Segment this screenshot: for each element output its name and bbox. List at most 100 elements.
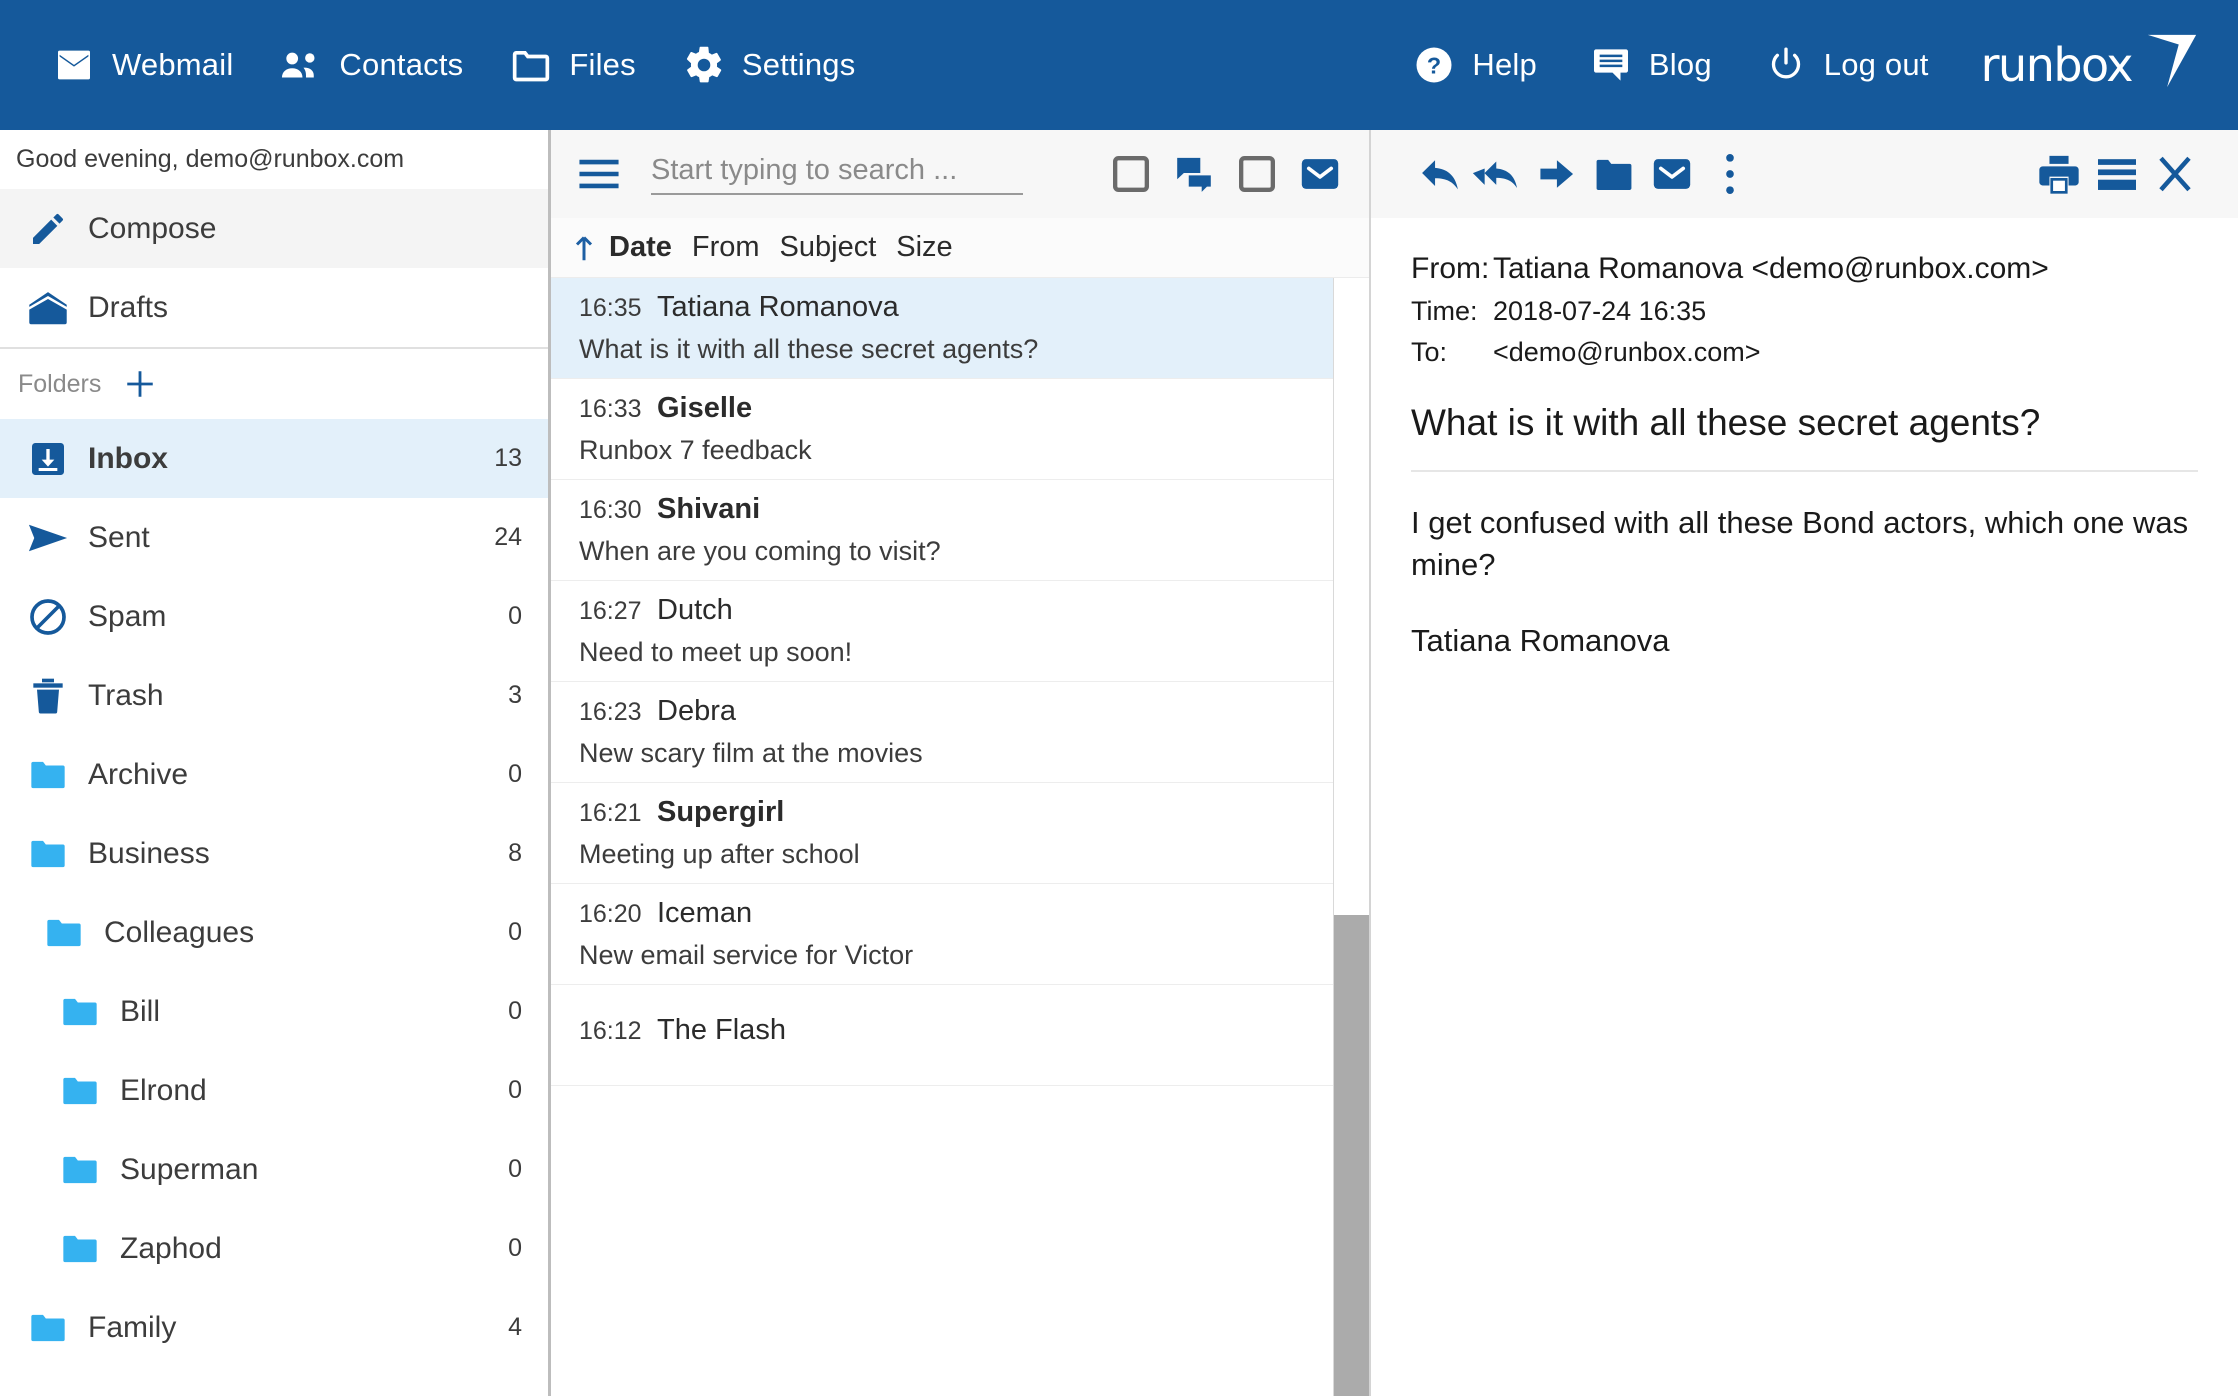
- folder-icon: [36, 917, 92, 949]
- time-label: Time:: [1411, 296, 1478, 326]
- reply-icon[interactable]: [1411, 154, 1469, 194]
- view-mode-icon[interactable]: [2088, 155, 2146, 193]
- message-list-row[interactable]: 16:35 Tatiana Romanova What is it with all…: [551, 278, 1369, 379]
- sidebar-folder-superman[interactable]: Superman 0: [0, 1130, 548, 1209]
- gear-icon: [682, 43, 726, 87]
- nav-webmail[interactable]: Webmail: [52, 43, 233, 87]
- sidebar-folder-family[interactable]: Family 4: [0, 1288, 548, 1367]
- message-list-scrollbar-thumb[interactable]: [1334, 915, 1369, 1396]
- message-sender: Dutch: [657, 594, 733, 626]
- column-header-from[interactable]: From: [692, 231, 760, 264]
- column-header-size[interactable]: Size: [896, 231, 952, 264]
- message-subject-preview: Meeting up after school: [579, 839, 860, 869]
- more-options-icon[interactable]: [1701, 152, 1759, 196]
- sidebar-folder-count: 3: [508, 681, 522, 709]
- help-icon: ?: [1412, 43, 1456, 87]
- unselected-checkbox-icon-2[interactable]: [1237, 154, 1277, 194]
- message-time: 16:21: [579, 799, 642, 827]
- nav-contacts[interactable]: Contacts: [279, 43, 463, 87]
- message-list-row[interactable]: 16:20 Iceman New email service for Victor: [551, 884, 1369, 985]
- sidebar-folder-zaphod[interactable]: Zaphod 0: [0, 1209, 548, 1288]
- nav-help[interactable]: ? Help: [1412, 43, 1537, 87]
- sort-ascending-arrow-icon[interactable]: [573, 234, 595, 262]
- message-time: 16:20: [579, 900, 642, 928]
- trash-icon: [20, 676, 76, 716]
- sidebar-folder-elrond[interactable]: Elrond 0: [0, 1051, 548, 1130]
- sidebar-folder-trash[interactable]: Trash 3: [0, 656, 548, 735]
- conversation-icon[interactable]: [1173, 153, 1215, 195]
- power-icon: [1764, 43, 1808, 87]
- search-input[interactable]: [651, 153, 1023, 187]
- message-body-paragraph-1: I get confused with all these Bond actor…: [1411, 505, 2189, 582]
- message-list-row[interactable]: 16:27 Dutch Need to meet up soon!: [551, 581, 1369, 682]
- sidebar-folder-bill[interactable]: Bill 0: [0, 972, 548, 1051]
- contacts-icon: [279, 43, 323, 87]
- message-list-row[interactable]: 16:30 Shivani When are you coming to visit…: [551, 480, 1369, 581]
- unselected-checkbox-icon[interactable]: [1111, 154, 1151, 194]
- nav-settings[interactable]: Settings: [682, 43, 856, 87]
- from-row: From: Tatiana Romanova <demo@runbox.com>: [1411, 252, 2198, 286]
- print-icon[interactable]: [2030, 153, 2088, 195]
- to-row: To: <demo@runbox.com>: [1411, 337, 2198, 368]
- message-list-row[interactable]: 16:12 The Flash: [551, 985, 1369, 1086]
- message-subject-preview: Need to meet up soon!: [579, 637, 853, 667]
- nav-blog[interactable]: Blog: [1589, 43, 1712, 87]
- time-row: Time: 2018-07-24 16:35: [1411, 296, 2198, 327]
- message-subject: What is it with all these secret agents?: [1411, 402, 2041, 443]
- message-sender: Debra: [657, 695, 736, 727]
- close-icon[interactable]: [2146, 153, 2204, 195]
- message-time: 16:33: [579, 395, 642, 423]
- runbox-logo[interactable]: runbox: [1981, 31, 2200, 100]
- folder-list: Inbox 13 Sent 24 Spam 0 Trash 3 Archive 0 Business…: [0, 419, 548, 1367]
- message-subject-preview: What is it with all these secret agents?: [579, 334, 1039, 364]
- compose-button[interactable]: Compose: [0, 189, 548, 268]
- reply-all-icon[interactable]: [1469, 154, 1527, 194]
- hamburger-icon[interactable]: [577, 158, 621, 190]
- sidebar-folder-sent[interactable]: Sent 24: [0, 498, 548, 577]
- message-list-row[interactable]: 16:23 Debra New scary film at the movies: [551, 682, 1369, 783]
- forward-icon[interactable]: [1527, 156, 1585, 192]
- message-list-column-headers: Date From Subject Size: [551, 218, 1369, 278]
- unread-mail-icon[interactable]: [1299, 155, 1341, 193]
- sidebar-folder-label: Superman: [120, 1152, 259, 1186]
- sidebar-folder-label: Zaphod: [120, 1231, 222, 1265]
- message-row-line-1: 16:27 Dutch: [579, 594, 1369, 627]
- sidebar-folder-label: Family: [88, 1310, 177, 1344]
- nav-files[interactable]: Files: [509, 43, 636, 87]
- message-sender: Supergirl: [657, 796, 785, 828]
- message-row-line-1: 16:12 The Flash: [579, 1014, 1369, 1047]
- message-sender: Tatiana Romanova: [657, 291, 899, 323]
- compose-label: Compose: [88, 211, 217, 245]
- drafts-button[interactable]: Drafts: [0, 268, 548, 347]
- add-folder-button[interactable]: [123, 367, 157, 401]
- mark-unread-icon[interactable]: [1643, 155, 1701, 193]
- sidebar-folder-inbox[interactable]: Inbox 13: [0, 419, 548, 498]
- message-row-line-1: 16:30 Shivani: [579, 493, 1369, 526]
- search-field-wrapper: [651, 153, 1023, 195]
- message-list-row[interactable]: 16:33 Giselle Runbox 7 feedback: [551, 379, 1369, 480]
- sidebar-folder-label: Spam: [88, 599, 167, 633]
- folder-icon: [52, 996, 108, 1028]
- nav-logout[interactable]: Log out: [1764, 43, 1929, 87]
- sidebar-folder-label: Inbox: [88, 441, 168, 475]
- folder-icon: [20, 759, 76, 791]
- sidebar-folder-archive[interactable]: Archive 0: [0, 735, 548, 814]
- nav-settings-label: Settings: [741, 47, 856, 82]
- sidebar-folder-colleagues[interactable]: Colleagues 0: [0, 893, 548, 972]
- message-list-row[interactable]: 16:21 Supergirl Meeting up after school: [551, 783, 1369, 884]
- sidebar-folder-business[interactable]: Business 8: [0, 814, 548, 893]
- main-content-row: Good evening, demo@runbox.com Compose Dr…: [0, 130, 2238, 1396]
- sidebar-folder-count: 4: [508, 1313, 522, 1341]
- sidebar-folder-spam[interactable]: Spam 0: [0, 577, 548, 656]
- nav-contacts-label: Contacts: [339, 47, 464, 82]
- column-header-date[interactable]: Date: [609, 231, 672, 264]
- sidebar-folder-count: 0: [508, 1234, 522, 1262]
- message-row-line-1: 16:23 Debra: [579, 695, 1369, 728]
- message-time: 16:27: [579, 597, 642, 625]
- column-header-subject[interactable]: Subject: [780, 231, 877, 264]
- reading-pane-toolbar: [1371, 130, 2238, 218]
- message-list-scrollbar[interactable]: [1333, 278, 1369, 1396]
- nav-help-label: Help: [1472, 47, 1537, 82]
- sidebar-folder-label: Bill: [120, 994, 161, 1028]
- move-to-folder-icon[interactable]: [1585, 155, 1643, 193]
